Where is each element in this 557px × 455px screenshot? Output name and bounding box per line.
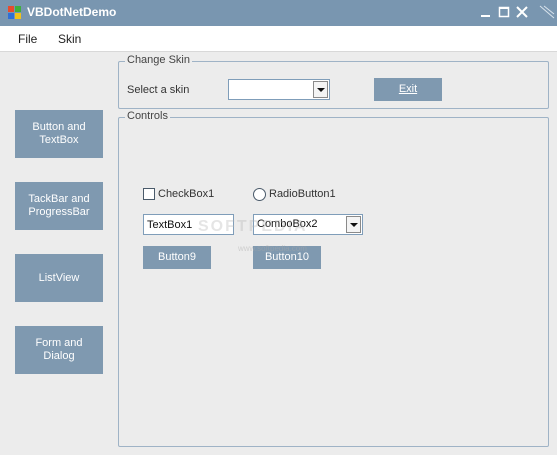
skin-select[interactable] (228, 79, 330, 100)
combobox2-value: ComboBox2 (257, 218, 318, 230)
maximize-icon[interactable] (496, 4, 512, 20)
controls-group: Controls CheckBox1 RadioButton1 ComboBox… (118, 110, 549, 447)
button9[interactable]: Button9 (143, 246, 211, 269)
exit-button-label: Exit (398, 83, 418, 95)
exit-button[interactable]: Exit (374, 78, 442, 101)
checkbox1[interactable] (143, 188, 155, 200)
form-and-dialog-button[interactable]: Form and Dialog (15, 326, 103, 374)
minimize-icon[interactable] (478, 4, 494, 20)
change-skin-group: Change Skin Select a skin Exit (118, 54, 549, 109)
trackbar-and-progressbar-button[interactable]: TackBar and ProgressBar (15, 182, 103, 230)
window-title: VBDotNetDemo (27, 5, 117, 19)
textbox1[interactable] (143, 214, 234, 235)
listview-button[interactable]: ListView (15, 254, 103, 302)
menu-bar: File Skin (0, 26, 557, 52)
client-area: Button and TextBox TackBar and ProgressB… (0, 52, 557, 455)
sidebar-button-label: Form and Dialog (35, 337, 83, 362)
chevron-down-icon[interactable] (346, 216, 361, 233)
textbox1-input[interactable] (144, 215, 233, 234)
app-icon (8, 6, 21, 19)
resize-grip-icon (536, 4, 556, 20)
button-and-textbox-button[interactable]: Button and TextBox (15, 110, 103, 158)
sidebar-button-label: TackBar and ProgressBar (28, 193, 90, 218)
title-bar[interactable]: VBDotNetDemo (0, 0, 557, 26)
chevron-down-icon[interactable] (313, 81, 328, 98)
sidebar-button-label: Button and TextBox (32, 121, 86, 146)
sidebar-button-label: ListView (38, 271, 80, 284)
controls-legend: Controls (125, 110, 170, 122)
button9-label: Button9 (158, 251, 196, 263)
change-skin-legend: Change Skin (125, 54, 192, 66)
close-icon[interactable] (514, 4, 530, 20)
radiobutton1-label: RadioButton1 (269, 188, 336, 200)
checkbox1-label: CheckBox1 (158, 188, 215, 200)
button10-label: Button10 (264, 251, 310, 263)
menu-skin[interactable]: Skin (58, 32, 81, 46)
select-skin-label: Select a skin (127, 84, 190, 96)
button10[interactable]: Button10 (253, 246, 321, 269)
combobox2[interactable]: ComboBox2 (253, 214, 363, 235)
radiobutton1[interactable] (253, 188, 266, 201)
menu-file[interactable]: File (18, 32, 37, 46)
